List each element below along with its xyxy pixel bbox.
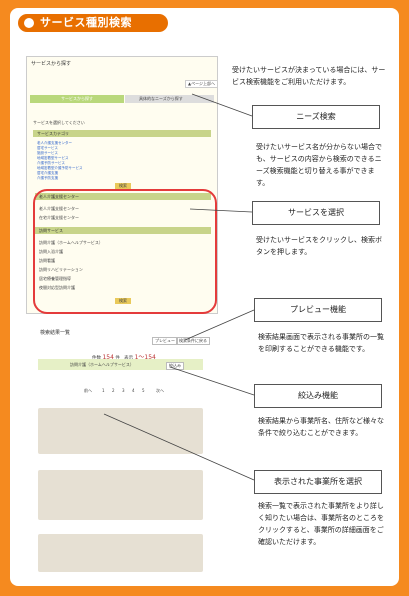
filter-button[interactable]: 絞込み [166,362,184,370]
preview-button[interactable]: プレビュー [152,337,178,345]
page-title: サービス種別検索 [40,16,132,29]
page-link[interactable]: 2 [112,388,115,393]
page-link[interactable]: 5 [142,388,145,393]
results-title: 検索結果一覧 [40,330,71,336]
condition-text: 訪問介護（ホームヘルプサービス） [70,362,134,367]
result-entry[interactable] [38,534,203,572]
desc-needs: 受けたいサービス名が分からない場合でも、サービスの内容から検索のできるニーズ検索… [256,143,382,187]
page-link[interactable]: 前へ [84,388,92,394]
page-link[interactable]: 1 [102,388,105,393]
desc-office: 検索一覧で表示された事業所をより詳しく知りたい場合は、事業所名のところをクリック… [258,502,384,546]
desc-intro: 受けたいサービスが決まっている場合には、サービス検索機能をご利用いただけます。 [232,66,386,86]
intro-text: サービスを選択してください [33,120,85,125]
back-button[interactable]: 検索条件に戻る [176,337,210,345]
callout-select: サービスを選択 [252,201,380,225]
page-link[interactable]: 3 [122,388,125,393]
callout-preview: プレビュー機能 [254,298,382,322]
result-entry[interactable] [38,470,203,520]
desc-preview: 検索結果画面で表示される事業所の一覧を印刷することができる機能です。 [258,333,384,353]
callout-filter: 絞込み機能 [254,384,382,408]
tab-service-label: サービスから探す [61,96,93,101]
bullet-icon [24,18,34,28]
callout-office: 表示された事業所を選択 [254,470,382,494]
tab-needs-label: 具体的なニーズから探す [139,96,183,101]
highlight-oval [33,189,217,314]
shot1-title: サービスから探す [31,61,72,67]
page-link[interactable]: 4 [132,388,135,393]
to-page-top-link[interactable]: ▲ページ上部へ [185,80,217,88]
page-link[interactable]: 次へ [156,388,164,394]
desc-filter: 検索結果から事業所名、住所など様々な条件で絞り込むことができます。 [258,417,384,437]
results-screenshot: 検索結果一覧 プレビュー 検索条件に戻る 件数 154 件 表示 1～154 訪… [26,320,215,576]
result-entry[interactable] [38,408,203,454]
desc-select: 受けたいサービスをクリックし、検索ボタンを押します。 [256,236,382,256]
callout-needs: ニーズ検索 [252,105,380,129]
category-label: サービスカテゴリ [37,131,69,136]
category-link[interactable]: 介護予防支援 [37,176,58,181]
